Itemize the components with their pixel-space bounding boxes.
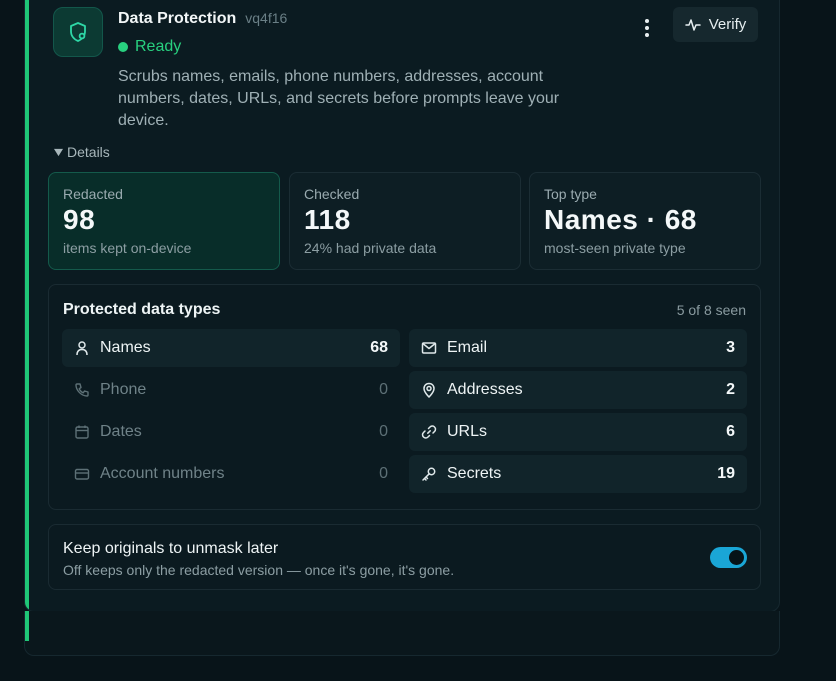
stat-value: Names · 68 — [544, 204, 697, 235]
verify-button[interactable]: Verify — [673, 7, 758, 42]
mail-icon — [421, 340, 437, 356]
type-row-dates: Dates 0 — [62, 413, 400, 451]
plugin-accent-bar — [25, 611, 29, 641]
types-title: Protected data types — [63, 301, 221, 318]
type-name: Phone — [100, 381, 147, 398]
status-label: Ready — [135, 38, 182, 55]
link-icon — [421, 424, 437, 440]
type-row-names: Names 68 — [62, 329, 400, 367]
shield-icon — [53, 7, 103, 57]
stat-label: Top type — [544, 186, 597, 202]
status-indicator: Ready — [118, 38, 181, 56]
stat-redacted: Redacted 98 items kept on-device — [48, 172, 280, 270]
type-name: Names — [100, 339, 151, 356]
keep-originals-panel: Keep originals to unmask later Off keeps… — [48, 524, 761, 590]
type-name: Account numbers — [100, 465, 225, 482]
type-name: Dates — [100, 423, 142, 440]
stat-sub: most-seen private type — [544, 240, 686, 256]
type-count: 0 — [379, 423, 388, 440]
stat-value: 98 — [63, 204, 96, 235]
calendar-icon — [74, 424, 90, 440]
plugin-title: Data Protection — [118, 10, 237, 27]
person-icon — [74, 340, 90, 356]
type-count: 2 — [726, 381, 735, 398]
stat-top-type: Top type Names · 68 most-seen private ty… — [529, 172, 761, 270]
type-row-phone: Phone 0 — [62, 371, 400, 409]
plugin-title-row: Data Protection vq4f16 — [118, 10, 287, 28]
stat-label: Redacted — [63, 186, 123, 202]
map-pin-icon — [421, 382, 437, 398]
keep-originals-title: Keep originals to unmask later — [63, 540, 279, 557]
type-count: 19 — [717, 465, 735, 482]
next-plugin-card — [24, 611, 780, 656]
stat-value: 118 — [304, 204, 351, 235]
type-row-addresses: Addresses 2 — [409, 371, 747, 409]
credit-card-icon — [74, 466, 90, 482]
details-label: Details — [67, 144, 110, 160]
type-count: 0 — [379, 465, 388, 482]
plugin-accent-bar — [25, 0, 29, 611]
stat-label: Checked — [304, 186, 360, 202]
type-count: 3 — [726, 339, 735, 356]
keep-originals-subtitle: Off keeps only the redacted version — on… — [63, 562, 455, 578]
caret-down-icon — [54, 148, 63, 156]
verify-label: Verify — [708, 16, 747, 33]
type-name: Secrets — [447, 465, 502, 482]
types-count: 5 of 8 seen — [676, 302, 746, 318]
type-name: URLs — [447, 423, 488, 440]
key-icon — [421, 466, 437, 482]
stat-sub: 24% had private data — [304, 240, 437, 256]
type-row-urls: URLs 6 — [409, 413, 747, 451]
type-row-secrets: Secrets 19 — [409, 455, 747, 493]
status-dot-icon — [118, 42, 128, 52]
plugin-card: Data Protection vq4f16 Ready Scrubs name… — [24, 0, 780, 612]
plugin-description: Scrubs names, emails, phone numbers, add… — [118, 68, 560, 129]
stat-checked: Checked 118 24% had private data — [289, 172, 521, 270]
more-options-icon[interactable] — [637, 16, 657, 40]
toggle-knob — [729, 550, 744, 565]
stat-sub: items kept on-device — [63, 240, 192, 256]
type-name: Email — [447, 339, 488, 356]
phone-icon — [74, 382, 90, 398]
type-count: 0 — [379, 381, 388, 398]
keep-originals-toggle[interactable] — [710, 547, 747, 568]
plugin-version: vq4f16 — [245, 10, 288, 26]
type-count: 68 — [370, 339, 388, 356]
protected-types-panel: Protected data types 5 of 8 seen Names 6… — [48, 284, 761, 510]
type-row-account-numbers: Account numbers 0 — [62, 455, 400, 493]
type-count: 6 — [726, 423, 735, 440]
type-name: Addresses — [447, 381, 523, 398]
details-toggle[interactable]: Details — [54, 144, 110, 160]
type-row-email: Email 3 — [409, 329, 747, 367]
activity-icon — [684, 18, 701, 31]
